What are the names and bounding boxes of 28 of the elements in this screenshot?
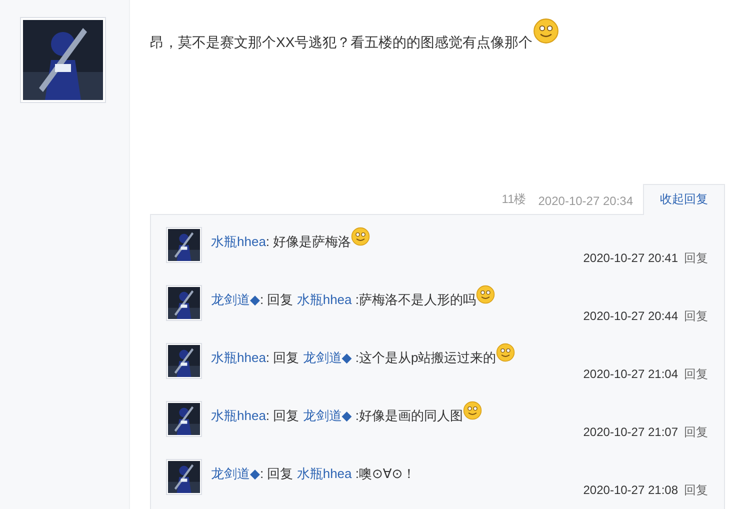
floor-number: 11楼 xyxy=(502,191,526,208)
reply-time: 2020-10-27 21:08 xyxy=(583,483,678,497)
reply-time: 2020-10-27 21:04 xyxy=(583,367,678,381)
username-link[interactable]: 龙剑道◆ xyxy=(302,350,352,365)
username-link[interactable]: 龙剑道◆ xyxy=(211,466,260,481)
username-link[interactable]: 水瓶hhea xyxy=(211,408,266,423)
username-link[interactable]: 水瓶hhea xyxy=(296,466,352,481)
post-time: 2020-10-27 20:34 xyxy=(538,194,633,210)
reply-text: 龙剑道◆: 回复 水瓶hhea :萨梅洛不是人形的吗 xyxy=(211,291,476,309)
reply-link[interactable]: 回复 xyxy=(684,309,708,323)
reply-text: 龙剑道◆: 回复 水瓶hhea :噢⊙∀⊙！ xyxy=(211,465,416,483)
reply-text: 水瓶hhea: 回复 龙剑道◆ :这个是从p站搬运过来的 xyxy=(211,349,496,367)
reply-link[interactable]: 回复 xyxy=(684,367,708,381)
username-link[interactable]: 水瓶hhea xyxy=(211,234,266,249)
reply-time: 2020-10-27 20:44 xyxy=(583,309,678,323)
username-link[interactable]: 水瓶hhea xyxy=(296,292,352,307)
reply-time: 2020-10-27 20:41 xyxy=(583,251,678,265)
reply-text: 水瓶hhea: 好像是萨梅洛 xyxy=(211,233,352,251)
post-text: 昂，莫不是赛文那个XX号逃犯？看五楼的的图感觉有点像那个 xyxy=(150,34,533,52)
username-link[interactable]: 龙剑道◆ xyxy=(211,292,260,307)
reply-link[interactable]: 回复 xyxy=(684,251,708,265)
reply-link[interactable]: 回复 xyxy=(684,483,708,497)
username-link[interactable]: 龙剑道◆ xyxy=(302,408,352,423)
username-link[interactable]: 水瓶hhea xyxy=(211,350,266,365)
reply-text: 水瓶hhea: 回复 龙剑道◆ :好像是画的同人图 xyxy=(211,407,463,425)
collapse-replies-tab[interactable]: 收起回复 xyxy=(643,184,725,215)
reply-time: 2020-10-27 21:07 xyxy=(583,425,678,439)
reply-link[interactable]: 回复 xyxy=(684,425,708,439)
